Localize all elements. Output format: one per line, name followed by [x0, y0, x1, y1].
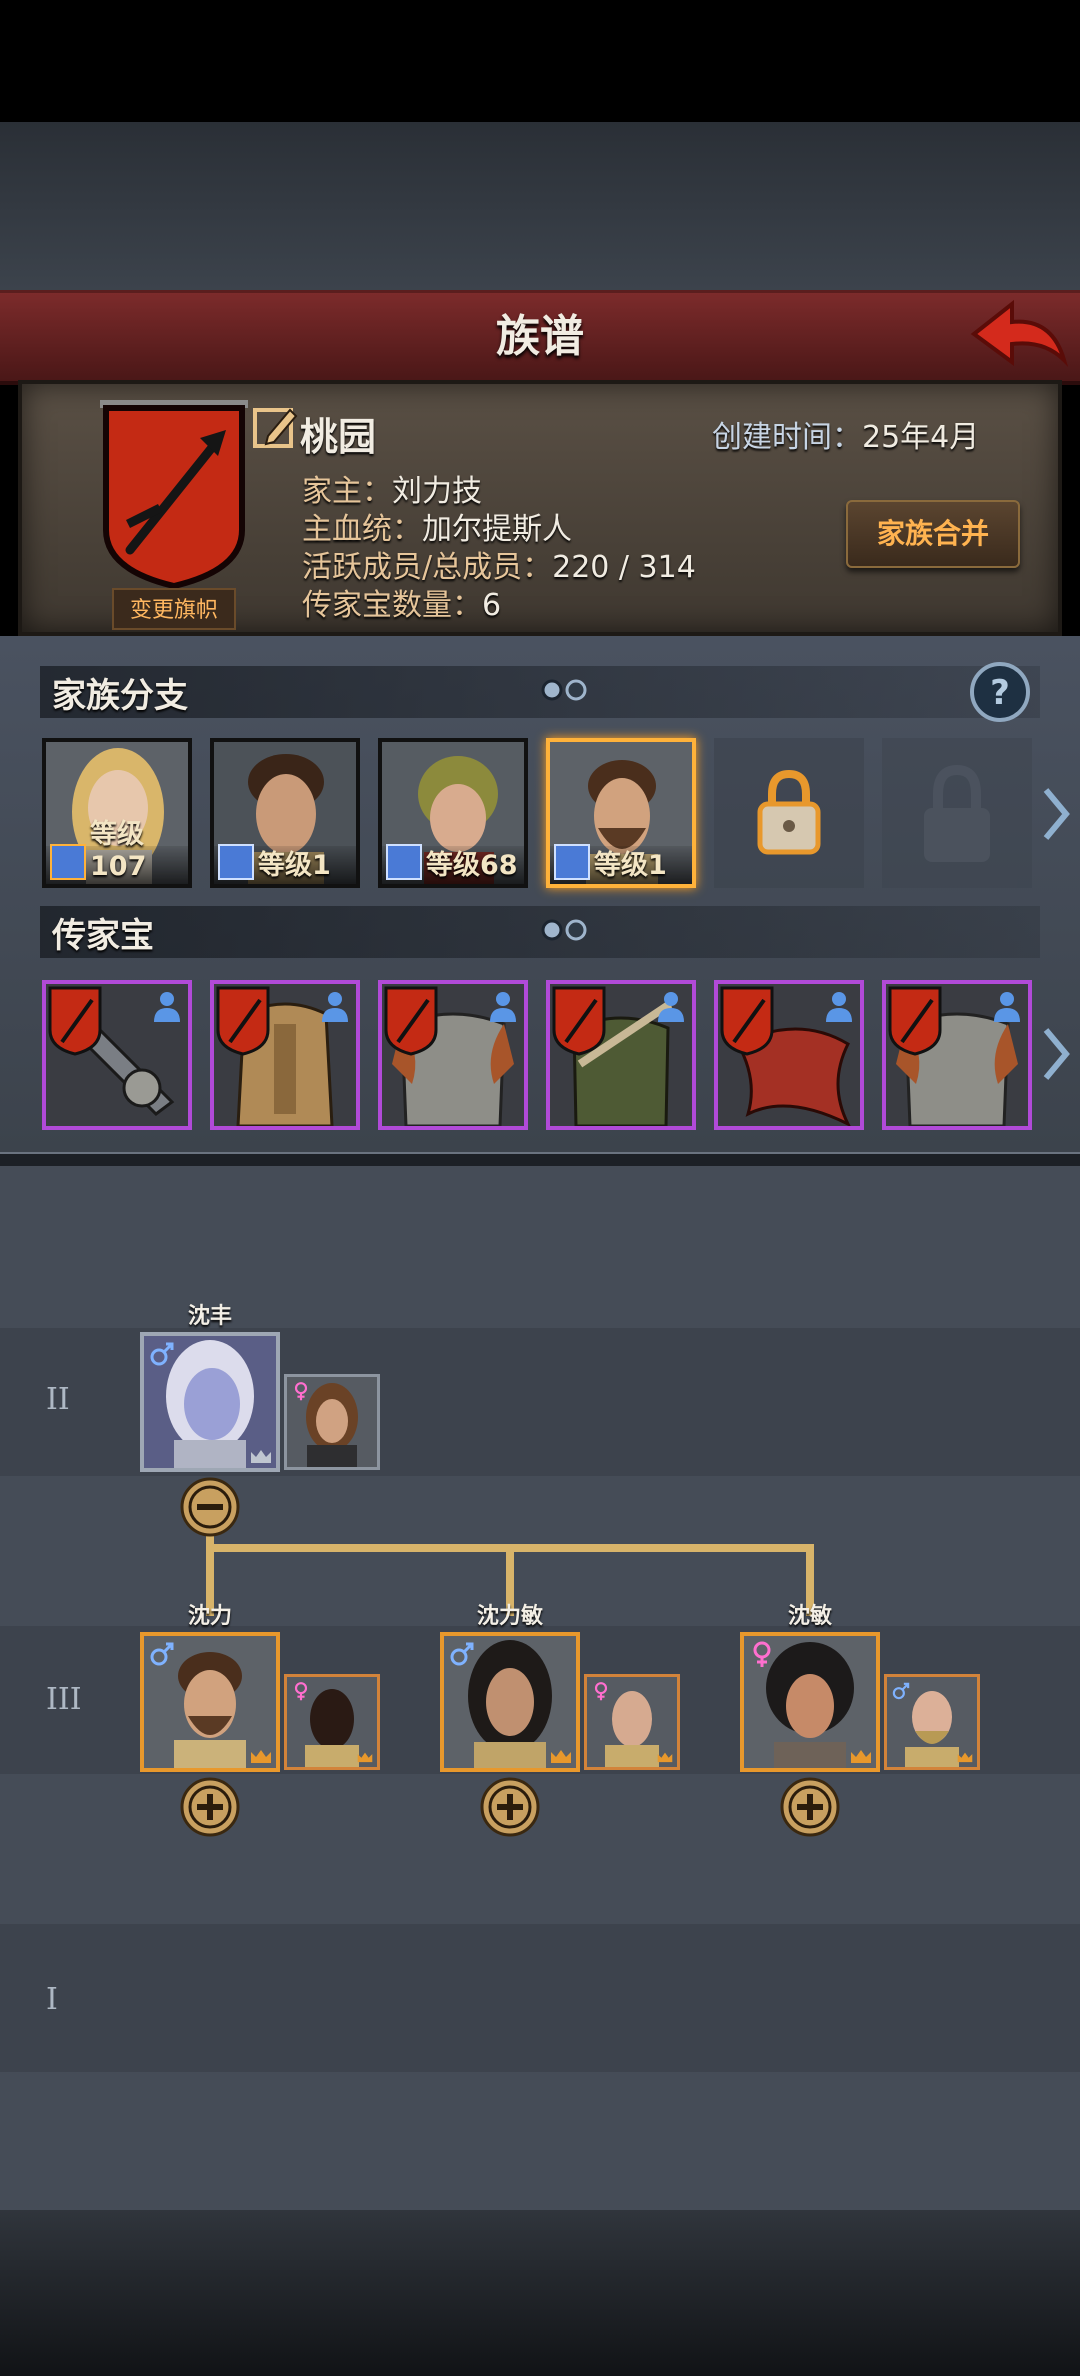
heirloom-chainmail[interactable] — [378, 980, 528, 1130]
generation-label: I — [46, 1982, 58, 2017]
expand-plus-icon[interactable] — [479, 1776, 541, 1838]
status-bar-area — [0, 0, 1080, 122]
class-sword-icon — [218, 844, 254, 880]
person-icon — [826, 992, 852, 1022]
crown-icon — [657, 1752, 673, 1763]
crown-icon — [957, 1752, 973, 1763]
heirloom-sword[interactable] — [42, 980, 192, 1130]
page-dots-icon — [541, 919, 587, 941]
crown-icon — [357, 1752, 373, 1763]
heirloom-count-value: 6 — [482, 588, 502, 623]
branch-member-3[interactable]: 等级68 — [378, 738, 528, 888]
created-value: 25年4月 — [862, 420, 980, 455]
tree-member-gen3-3[interactable] — [740, 1632, 880, 1772]
family-crest-icon — [384, 986, 438, 1056]
locked-branch-slot-2[interactable] — [882, 738, 1032, 888]
tree-spouse-gen3-2[interactable] — [584, 1674, 680, 1770]
back-arrow-icon[interactable] — [968, 296, 1068, 372]
heirloom-green-coat[interactable] — [546, 980, 696, 1130]
tree-member-gen2[interactable] — [140, 1332, 280, 1472]
expand-plus-icon[interactable] — [179, 1776, 241, 1838]
heirloom-count: 传家宝数量：6 — [302, 580, 501, 624]
members-value: 220 / 314 — [552, 550, 696, 585]
branches-title: 家族分支 — [52, 676, 188, 716]
male-icon — [150, 1342, 174, 1366]
bottom-background — [0, 2210, 1080, 2376]
created-label: 创建时间： — [712, 420, 862, 455]
page-dots-icon — [541, 679, 587, 701]
female-icon — [294, 1382, 308, 1401]
tree-member-gen3-2[interactable] — [440, 1632, 580, 1772]
family-crest-icon — [552, 986, 606, 1056]
level-label: 等级68 — [426, 850, 518, 881]
level-label: 等级1 — [594, 850, 667, 881]
collapse-minus-icon[interactable] — [179, 1476, 241, 1538]
class-sword-icon — [386, 844, 422, 880]
edit-icon[interactable] — [252, 404, 298, 450]
family-crest-icon — [216, 986, 270, 1056]
expand-plus-icon[interactable] — [779, 1776, 841, 1838]
class-sword-icon — [50, 844, 86, 880]
gray-lock-icon — [924, 764, 990, 862]
person-icon — [154, 992, 180, 1022]
gold-lock-icon — [757, 769, 821, 855]
family-banner[interactable] — [100, 400, 248, 588]
person-icon — [658, 992, 684, 1022]
locked-branch-slot-1[interactable] — [714, 738, 864, 888]
family-crest-icon — [720, 986, 774, 1056]
heirloom-count-label: 传家宝数量： — [302, 588, 482, 623]
change-flag-button[interactable]: 变更旗帜 — [112, 588, 236, 630]
heirlooms-title: 传家宝 — [52, 916, 154, 956]
member-name: 沈力 — [187, 1604, 232, 1629]
tree-spouse-gen3-1[interactable] — [284, 1674, 380, 1770]
branch-member-1[interactable]: 等级107 — [42, 738, 192, 888]
generation-row-band — [0, 1924, 1080, 2072]
help-icon[interactable]: ? — [968, 660, 1032, 724]
male-icon — [892, 1682, 910, 1700]
page-title: 族谱 — [496, 311, 584, 362]
generation-label: II — [46, 1382, 70, 1417]
generation-label: III — [46, 1682, 82, 1717]
crown-icon — [251, 1450, 271, 1463]
branches-next-arrow-icon[interactable] — [1040, 784, 1070, 844]
female-icon — [294, 1682, 308, 1701]
class-sword-icon — [554, 844, 590, 880]
upper-background — [0, 122, 1080, 290]
crown-icon — [851, 1750, 871, 1763]
member-name: 沈力敏 — [476, 1604, 543, 1629]
branch-member-4[interactable]: 等级1 — [546, 738, 696, 888]
male-icon — [450, 1642, 474, 1666]
heirloom-chainmail-2[interactable] — [882, 980, 1032, 1130]
branch-member-2[interactable]: 等级1 — [210, 738, 360, 888]
female-icon — [594, 1682, 608, 1701]
person-icon — [994, 992, 1020, 1022]
created-time: 创建时间：25年4月 — [712, 412, 979, 456]
family-merge-button[interactable]: 家族合并 — [846, 500, 1020, 568]
family-name: 桃园 — [300, 415, 377, 459]
person-icon — [322, 992, 348, 1022]
tree-spouse-gen2[interactable] — [284, 1374, 380, 1470]
level-label: 等级107 — [90, 819, 147, 882]
member-name: 沈敏 — [787, 1604, 832, 1629]
tree-member-gen3-1[interactable] — [140, 1632, 280, 1772]
male-icon — [150, 1642, 174, 1666]
member-name: 沈丰 — [187, 1304, 232, 1329]
family-crest-icon — [48, 986, 102, 1056]
crown-icon — [551, 1750, 571, 1763]
family-crest-icon — [888, 986, 942, 1056]
tree-spouse-gen3-3[interactable] — [884, 1674, 980, 1770]
female-icon — [753, 1641, 771, 1667]
level-label: 等级1 — [258, 850, 331, 881]
svg-text:?: ? — [990, 673, 1010, 713]
heirloom-red-cloak[interactable] — [714, 980, 864, 1130]
crown-icon — [251, 1750, 271, 1763]
heirloom-bronze-armor[interactable] — [210, 980, 360, 1130]
heirlooms-next-arrow-icon[interactable] — [1040, 1024, 1070, 1084]
person-icon — [490, 992, 516, 1022]
